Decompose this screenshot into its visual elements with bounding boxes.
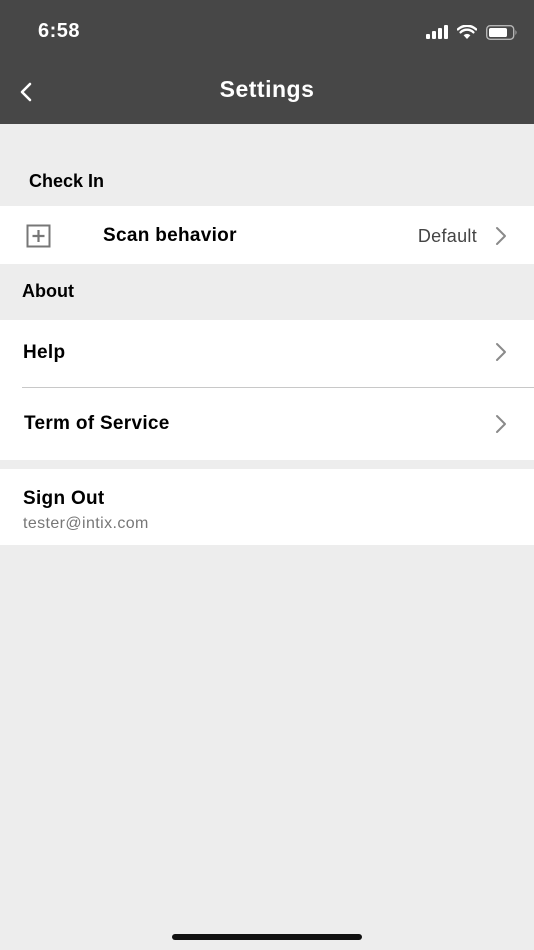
help-label: Help [23,342,66,363]
scan-behavior-label: Scan behavior [103,225,237,246]
section-header-check-in: Check In [29,171,105,191]
status-time: 6:58 [38,20,81,42]
sign-out-label: Sign Out [23,488,105,509]
plus-square-icon [26,224,51,248]
home-indicator [172,934,362,940]
chevron-right-icon [496,415,506,433]
terms-label: Term of Service [24,413,170,434]
cellular-signal-icon [426,25,448,39]
scan-behavior-value: Default [417,226,477,246]
account-email: tester@intix.com [23,515,149,532]
chevron-right-icon [496,343,506,361]
chevron-right-icon [496,227,506,245]
terms-row[interactable]: Term of Service [0,388,534,460]
page-title: Settings [219,76,315,102]
status-icons [426,24,518,40]
section-header-about: About [22,281,74,301]
scan-behavior-row[interactable]: Scan behavior Default [0,206,534,264]
top-bar: 6:58 Settings [0,0,534,124]
sign-out-row[interactable]: Sign Out tester@intix.com [0,469,534,545]
about-group: Help Term of Service [0,320,534,460]
battery-icon [486,24,517,40]
wifi-icon [457,24,477,39]
help-row[interactable]: Help [0,320,534,387]
